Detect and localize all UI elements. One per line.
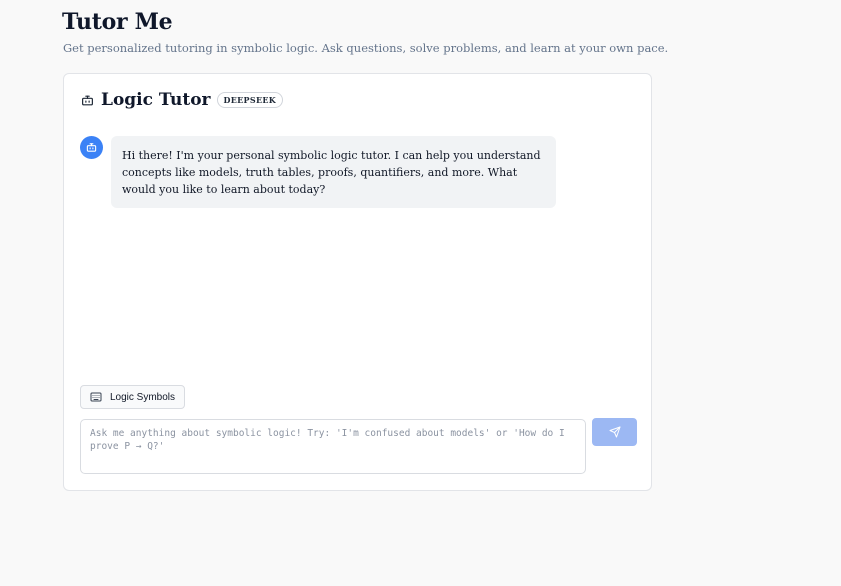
- assistant-message: Hi there! I'm your personal symbolic log…: [111, 136, 556, 208]
- tutor-header: Logic Tutor DEEPSEEK: [80, 89, 283, 111]
- bot-icon: [86, 142, 97, 153]
- tutor-title: Logic Tutor: [101, 90, 211, 110]
- chat-input[interactable]: [80, 419, 586, 474]
- page-subtitle: Get personalized tutoring in symbolic lo…: [63, 41, 669, 55]
- send-icon: [609, 426, 621, 438]
- keyboard-icon: [90, 391, 102, 403]
- model-badge: DEEPSEEK: [216, 92, 283, 108]
- page-title: Tutor Me: [62, 9, 173, 35]
- assistant-avatar: [80, 136, 103, 159]
- send-button[interactable]: [592, 418, 637, 446]
- logic-symbols-button[interactable]: Logic Symbols: [80, 385, 186, 409]
- tutor-card: Logic Tutor DEEPSEEK Hi there! I'm your …: [63, 73, 652, 491]
- logic-symbols-label: Logic Symbols: [110, 391, 176, 403]
- bot-icon: [80, 93, 94, 107]
